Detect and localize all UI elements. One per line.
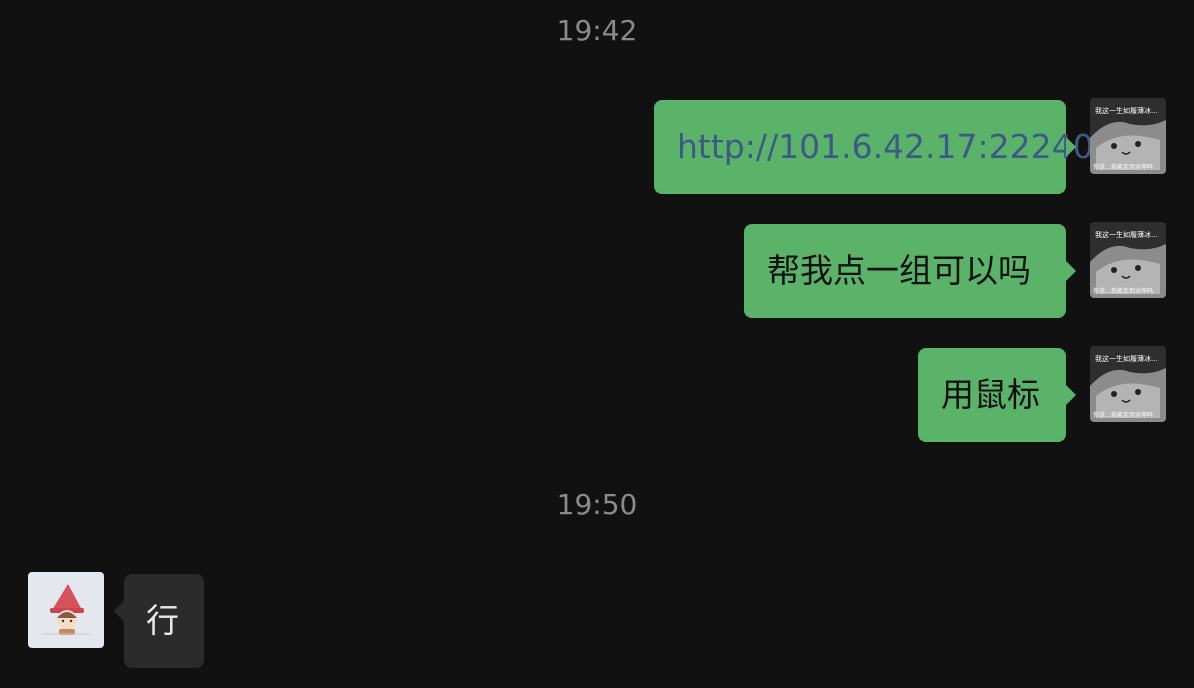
avatar-caption-bottom: 你说…我能走到对岸吗 <box>1093 287 1153 295</box>
timestamp: 19:50 <box>556 488 638 521</box>
self-avatar[interactable]: 我这一生如履薄冰… 你说…我能走到对岸吗 <box>1090 222 1166 298</box>
chat-window: 19:42 http://101.6.42.17:22240 我这一生如履薄冰…… <box>0 0 1194 688</box>
avatar-caption-bottom: 你说…我能走到对岸吗 <box>1093 411 1153 419</box>
message-text: 用鼠标 <box>941 375 1040 414</box>
contact-avatar[interactable] <box>28 572 104 648</box>
self-avatar[interactable]: 我这一生如履薄冰… 你说…我能走到对岸吗 <box>1090 98 1166 174</box>
timestamp: 19:42 <box>556 14 638 47</box>
message-bubble[interactable]: 用鼠标 <box>918 348 1076 442</box>
avatar-caption-top: 我这一生如履薄冰… <box>1095 354 1158 363</box>
message-bubble[interactable]: 帮我点一组可以吗 <box>744 224 1076 318</box>
self-avatar[interactable]: 我这一生如履薄冰… 你说…我能走到对岸吗 <box>1090 346 1166 422</box>
message-bubble-link[interactable]: http://101.6.42.17:22240 <box>654 100 1094 194</box>
message-link[interactable]: http://101.6.42.17:22240 <box>677 127 1094 166</box>
avatar-caption-bottom: 你说…我能走到对岸吗 <box>1093 163 1153 171</box>
message-text: 帮我点一组可以吗 <box>767 251 1031 290</box>
avatar-caption-top: 我这一生如履薄冰… <box>1095 106 1158 115</box>
cartoon-face-avatar-icon: 我这一生如履薄冰… 你说…我能走到对岸吗 <box>1090 346 1166 422</box>
cartoon-girl-avatar-icon <box>28 572 104 648</box>
message-bubble[interactable]: 行 <box>114 574 204 668</box>
cartoon-face-avatar-icon: 我这一生如履薄冰… 你说…我能走到对岸吗 <box>1090 222 1166 298</box>
message-text: 行 <box>146 601 179 640</box>
cartoon-face-avatar-icon: 我这一生如履薄冰… 你说…我能走到对岸吗 <box>1090 98 1166 174</box>
avatar-caption-top: 我这一生如履薄冰… <box>1095 230 1158 239</box>
